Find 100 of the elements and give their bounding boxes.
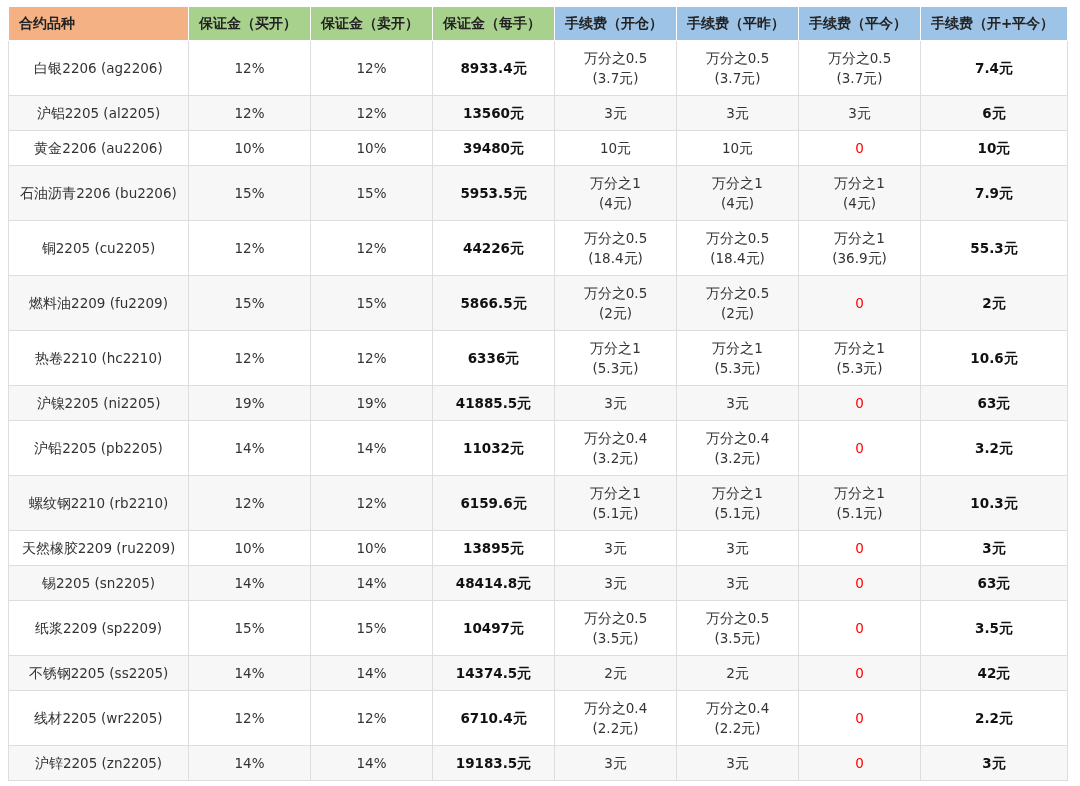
table-cell: 3元 (726, 540, 749, 556)
table-cell: 铜2205 (cu2205) (41, 240, 156, 256)
table-cell: 39480元 (463, 140, 524, 156)
table-cell: 纸浆2209 (sp2209) (34, 620, 163, 636)
table-cell: 万分之0.4 (2.2元) (705, 700, 770, 736)
table-cell: 沪锌2205 (zn2205) (34, 755, 163, 771)
table-cell: 3元 (848, 105, 871, 121)
table-cell: 12% (234, 105, 265, 121)
table-cell: 天然橡胶2209 (ru2209) (21, 540, 176, 556)
table-cell: 12% (356, 710, 387, 726)
table-cell: 14374.5元 (455, 665, 532, 681)
table-cell: 石油沥青2206 (bu2206) (20, 185, 177, 201)
table-cell: 0 (855, 710, 864, 726)
table-cell: 12% (356, 60, 387, 76)
table-cell: 14% (234, 755, 265, 771)
table-cell: 14% (356, 665, 387, 681)
table-cell: 10% (234, 140, 265, 156)
table-cell: 2元 (982, 295, 1006, 311)
table-cell: 15% (234, 185, 265, 201)
table-cell: 万分之0.4 (2.2元) (583, 700, 648, 736)
table-cell: 15% (356, 620, 387, 636)
table-cell: 万分之0.4 (3.2元) (583, 430, 648, 466)
table-cell: 6元 (982, 105, 1006, 121)
table-cell: 万分之1 (4元) (712, 175, 763, 211)
column-header: 手续费（开+平今） (920, 6, 1068, 41)
table-cell: 2元 (726, 665, 749, 681)
table-cell: 万分之0.5 (18.4元) (583, 230, 648, 266)
table-cell: 万分之0.5 (3.7元) (705, 50, 770, 86)
table-cell: 7.4元 (975, 60, 1013, 76)
table-cell: 万分之1 (4元) (834, 175, 885, 211)
table-cell: 6159.6元 (460, 495, 527, 511)
table-cell: 12% (356, 105, 387, 121)
table-cell: 万分之0.5 (2元) (583, 285, 648, 321)
table-cell: 热卷2210 (hc2210) (34, 350, 163, 366)
column-header: 手续费（平昨） (676, 6, 799, 41)
table-cell: 万分之0.5 (3.7元) (827, 50, 892, 86)
table-cell: 万分之1 (5.1元) (590, 485, 641, 521)
table-cell: 41885.5元 (455, 395, 532, 411)
table-cell: 0 (855, 665, 864, 681)
table-cell: 黄金2206 (au2206) (34, 140, 163, 156)
table-cell: 6336元 (467, 350, 520, 366)
table-cell: 万分之0.5 (3.5元) (705, 610, 770, 646)
table-cell: 19% (356, 395, 387, 411)
table-cell: 55.3元 (970, 240, 1018, 256)
table-cell: 2元 (604, 665, 627, 681)
table-cell: 万分之1 (5.3元) (590, 340, 641, 376)
table-cell: 螺纹钢2210 (rb2210) (28, 495, 169, 511)
table-cell: 万分之1 (5.3元) (834, 340, 885, 376)
column-header: 手续费（开仓） (554, 6, 677, 41)
table-cell: 线材2205 (wr2205) (34, 710, 163, 726)
table-cell: 白银2206 (ag2206) (34, 60, 163, 76)
table-cell: 10元 (977, 140, 1011, 156)
table-cell: 14% (356, 575, 387, 591)
table-cell: 15% (234, 620, 265, 636)
column-header: 合约品种 (8, 6, 189, 41)
table-cell: 0 (855, 140, 864, 156)
table-cell: 万分之0.5 (2元) (705, 285, 770, 321)
table-cell: 0 (855, 620, 864, 636)
table-cell: 3元 (726, 755, 749, 771)
table-cell: 11032元 (463, 440, 524, 456)
table-cell: 0 (855, 395, 864, 411)
table-cell: 沪铅2205 (pb2205) (34, 440, 163, 456)
table-cell: 14% (234, 665, 265, 681)
table-cell: 12% (234, 350, 265, 366)
table-cell: 10元 (599, 140, 632, 156)
table-cell: 3元 (726, 395, 749, 411)
table-cell: 63元 (977, 575, 1011, 591)
table-cell: 万分之1 (4元) (590, 175, 641, 211)
table-cell: 5866.5元 (460, 295, 527, 311)
table-cell: 3.2元 (975, 440, 1013, 456)
table-cell: 0 (855, 575, 864, 591)
table-cell: 19183.5元 (455, 755, 532, 771)
table-cell: 万分之0.5 (18.4元) (705, 230, 770, 266)
table-cell: 12% (234, 710, 265, 726)
table-cell: 3元 (726, 105, 749, 121)
table-cell: 5953.5元 (460, 185, 527, 201)
table-cell: 沪镍2205 (ni2205) (36, 395, 161, 411)
table-cell: 3元 (982, 755, 1006, 771)
table-cell: 3元 (604, 395, 627, 411)
table-cell: 6710.4元 (460, 710, 527, 726)
table-cell: 0 (855, 540, 864, 556)
column-header: 保证金（每手） (432, 6, 555, 41)
table-cell: 万分之0.5 (3.7元) (583, 50, 648, 86)
table-cell: 0 (855, 755, 864, 771)
table-cell: 7.9元 (975, 185, 1013, 201)
table-cell: 48414.8元 (455, 575, 532, 591)
table-cell: 10% (356, 140, 387, 156)
table-cell: 13560元 (463, 105, 524, 121)
table-cell: 10.6元 (970, 350, 1018, 366)
table-cell: 63元 (977, 395, 1011, 411)
table-cell: 12% (234, 240, 265, 256)
table-cell: 14% (356, 440, 387, 456)
table-cell: 3元 (726, 575, 749, 591)
table-cell: 14% (356, 755, 387, 771)
table-cell: 0 (855, 440, 864, 456)
table-cell: 3元 (982, 540, 1006, 556)
table-cell: 15% (356, 185, 387, 201)
table-cell: 19% (234, 395, 265, 411)
table-cell: 12% (356, 350, 387, 366)
table-cell: 不锈钢2205 (ss2205) (28, 665, 169, 681)
